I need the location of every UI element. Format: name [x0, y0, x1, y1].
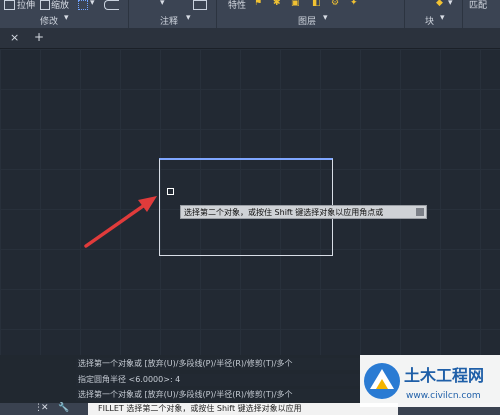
- tooltip-text: 选择第二个对象，或按住 Shift 键选择对象以应用角点或: [184, 208, 384, 217]
- file-tab-bar: × +: [0, 28, 500, 49]
- panel-layers-label[interactable]: 图层: [298, 14, 316, 27]
- array-icon[interactable]: [78, 0, 88, 10]
- close-tab-icon[interactable]: ×: [10, 31, 19, 44]
- block-dropdown-icon[interactable]: ▾: [440, 13, 445, 23]
- command-tooltip: 选择第二个对象，或按住 Shift 键选择对象以应用角点或: [180, 205, 427, 219]
- watermark-logo: 土木工程网 www.civilcn.com: [360, 355, 500, 407]
- arc-icon[interactable]: [104, 0, 119, 10]
- scale-icon: [40, 0, 50, 10]
- watermark-url: www.civilcn.com: [406, 391, 481, 401]
- table-icon[interactable]: [193, 0, 207, 10]
- history-line-2: 指定圆角半径 <6.0000>: 4: [76, 374, 388, 386]
- ribbon: 拉伸 缩放 ▾ 修改 ▾ ▾ 注释 ▾ 特性 ⚑ ✱ ▣ ◧ ⚙ ✦ 图层 ▾ …: [0, 0, 500, 28]
- scale-button[interactable]: 缩放: [51, 0, 69, 11]
- history-line-1: 选择第一个对象或 [放弃(U)/多段线(P)/半径(R)/修剪(T)/多个: [76, 358, 388, 370]
- insert-block-icon[interactable]: ◆: [436, 0, 443, 8]
- modify-dropdown-icon[interactable]: ▾: [64, 13, 69, 23]
- command-line-text: FILLET 选择第二个对象，或按住 Shift 键选择对象以应用: [98, 404, 302, 413]
- watermark-title: 土木工程网: [404, 366, 484, 385]
- layer-freeze-icon[interactable]: ✱: [273, 0, 281, 8]
- customize-wrench-icon[interactable]: 🔧: [58, 403, 69, 413]
- stretch-icon: [4, 0, 15, 10]
- array-dropdown-icon[interactable]: ▾: [90, 0, 95, 8]
- new-tab-button[interactable]: +: [34, 30, 44, 44]
- annotation-panel-dropdown-icon[interactable]: ▾: [186, 13, 191, 23]
- match-properties-button[interactable]: 匹配: [469, 0, 487, 11]
- tooltip-options-icon[interactable]: [416, 208, 424, 216]
- layer-match-icon[interactable]: ⚙: [331, 0, 339, 8]
- annotation-dropdown-icon[interactable]: ▾: [160, 0, 165, 8]
- panel-modify-label[interactable]: 修改: [40, 14, 58, 27]
- history-line-3: 选择第一个对象或 [放弃(U)/多段线(P)/半径(R)/修剪(T)/多个: [76, 389, 388, 401]
- panel-block-label[interactable]: 块: [425, 14, 434, 27]
- properties-button[interactable]: 特性: [228, 0, 246, 11]
- insert-dropdown-icon[interactable]: ▾: [448, 0, 453, 8]
- layer-off-icon[interactable]: ✦: [350, 0, 358, 8]
- layer-isolate-icon[interactable]: ◧: [312, 0, 321, 8]
- pickbox-cursor: [167, 188, 174, 195]
- panel-annotation-label[interactable]: 注释: [160, 14, 178, 27]
- stretch-button[interactable]: 拉伸: [17, 0, 35, 11]
- command-input[interactable]: FILLET 选择第二个对象，或按住 Shift 键选择对象以应用: [88, 403, 398, 415]
- close-command-line-icon[interactable]: ✕: [41, 403, 49, 413]
- layers-dropdown-icon[interactable]: ▾: [323, 13, 328, 23]
- layer-state-icon[interactable]: ⚑: [254, 0, 262, 8]
- layer-lock-icon[interactable]: ▣: [291, 0, 300, 8]
